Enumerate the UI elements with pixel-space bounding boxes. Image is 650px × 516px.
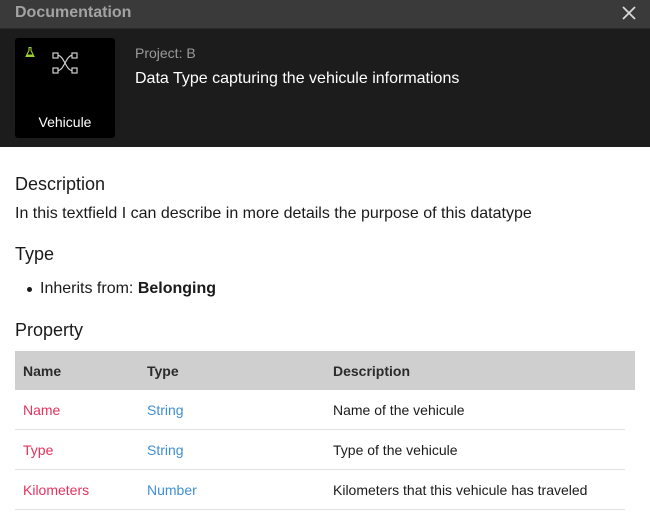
property-type[interactable]: String (147, 442, 184, 458)
column-header-description: Description (333, 363, 411, 379)
table-row: Name String Name of the vehicule (15, 390, 625, 430)
datatype-header: Vehicule Project: B Data Type capturing … (0, 29, 650, 147)
property-type[interactable]: String (147, 402, 184, 418)
flask-icon (25, 47, 35, 57)
description-heading: Description (15, 174, 106, 194)
table-row: Type String Type of the vehicule (15, 430, 625, 470)
bullet (27, 287, 32, 292)
inherits-label: Inherits from: (40, 280, 134, 297)
project-label: Project: B (135, 45, 196, 61)
close-icon[interactable] (620, 4, 638, 22)
property-description: Kilometers that this vehicule has travel… (333, 482, 588, 498)
property-description: Type of the vehicule (333, 442, 458, 458)
inherits-value[interactable]: Belonging (138, 280, 216, 297)
property-description: Name of the vehicule (333, 402, 465, 418)
property-type[interactable]: Number (147, 482, 197, 498)
table-header: Name Type Description (15, 351, 635, 390)
property-table: Name Type Description Name String Name o… (15, 351, 635, 510)
column-header-name: Name (23, 363, 62, 379)
tile-label: Vehicule (38, 114, 92, 130)
description-text: In this textfield I can describe in more… (15, 205, 532, 222)
inherits-item: Inherits from: Belonging (27, 280, 216, 298)
property-name[interactable]: Type (23, 442, 53, 458)
property-name[interactable]: Name (23, 402, 60, 418)
column-header-type: Type (147, 363, 179, 379)
window-title: Documentation (15, 4, 132, 21)
property-heading: Property (15, 320, 84, 340)
datatype-summary: Data Type capturing the vehicule informa… (135, 70, 460, 87)
datatype-tile: Vehicule (15, 38, 115, 138)
node-graph-icon (52, 52, 78, 74)
title-bar: Documentation (0, 0, 650, 29)
table-row: Kilometers Number Kilometers that this v… (15, 470, 625, 510)
type-heading: Type (15, 244, 55, 264)
property-name[interactable]: Kilometers (23, 482, 89, 498)
